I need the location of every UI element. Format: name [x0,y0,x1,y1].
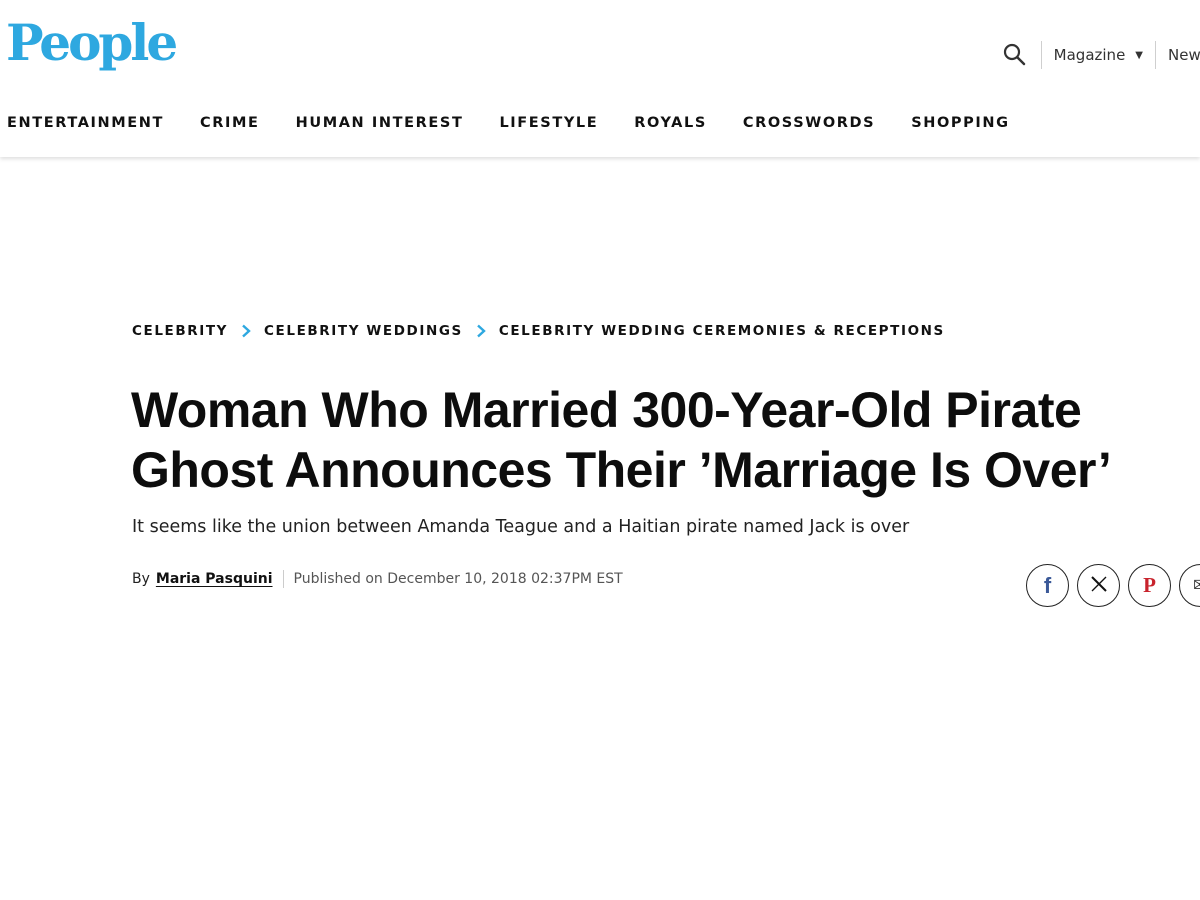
facebook-share-button[interactable]: f [1026,564,1069,607]
breadcrumb-item-celebrity-weddings[interactable]: CELEBRITY WEDDINGS [264,323,463,339]
pinterest-share-button[interactable]: P [1128,564,1171,607]
article-headline: Woman Who Married 300-Year-Old Pirate Gh… [131,380,1191,500]
byline-divider [282,570,284,588]
chevron-right-icon [242,324,251,338]
published-date: Published on December 10, 2018 02:37PM E… [293,571,623,587]
people-logo[interactable]: People [6,18,178,68]
site-header: People Magazine ▼ Newsletters ENTERTAINM… [0,0,1200,157]
nav-item-human-interest[interactable]: HUMAN INTEREST [296,115,464,131]
caret-down-icon: ▼ [1135,49,1143,61]
newsletters-link[interactable]: Newsletters [1156,46,1200,64]
nav-item-lifestyle[interactable]: LIFESTYLE [499,115,598,131]
nav-item-shopping[interactable]: SHOPPING [911,115,1009,131]
nav-item-crosswords[interactable]: CROSSWORDS [743,115,875,131]
breadcrumb-item-ceremonies-receptions[interactable]: CELEBRITY WEDDING CEREMONIES & RECEPTION… [499,323,945,339]
nav-item-crime[interactable]: CRIME [200,115,260,131]
x-icon [1090,575,1108,596]
email-icon: ✉ [1193,576,1200,595]
headline-line-1: Woman Who Married 300-Year-Old Pirate [131,382,1082,438]
byline-prefix: By [132,571,150,587]
main-nav: ENTERTAINMENT CRIME HUMAN INTEREST LIFES… [7,115,1046,131]
facebook-icon: f [1043,572,1052,598]
pinterest-icon: P [1143,573,1156,597]
breadcrumb-item-celebrity[interactable]: CELEBRITY [132,323,228,339]
byline: By Maria Pasquini Published on December … [132,570,623,588]
chevron-right-icon [477,324,486,338]
magazine-dropdown[interactable]: Magazine ▼ [1042,46,1155,64]
search-icon[interactable] [1001,41,1029,69]
nav-item-royals[interactable]: ROYALS [634,115,707,131]
magazine-label: Magazine [1053,46,1126,64]
nav-item-entertainment[interactable]: ENTERTAINMENT [7,115,164,131]
header-tools: Magazine ▼ Newsletters [1001,40,1200,70]
x-share-button[interactable] [1077,564,1120,607]
social-share-bar: f P ✉ [1026,564,1200,607]
article-subheadline: It seems like the union between Amanda T… [132,517,910,537]
author-link[interactable]: Maria Pasquini [156,571,273,587]
headline-line-2: Ghost Announces Their ’Marriage Is Over’ [131,442,1112,498]
email-share-button[interactable]: ✉ [1179,564,1200,607]
breadcrumb: CELEBRITY CELEBRITY WEDDINGS CELEBRITY W… [132,323,945,339]
